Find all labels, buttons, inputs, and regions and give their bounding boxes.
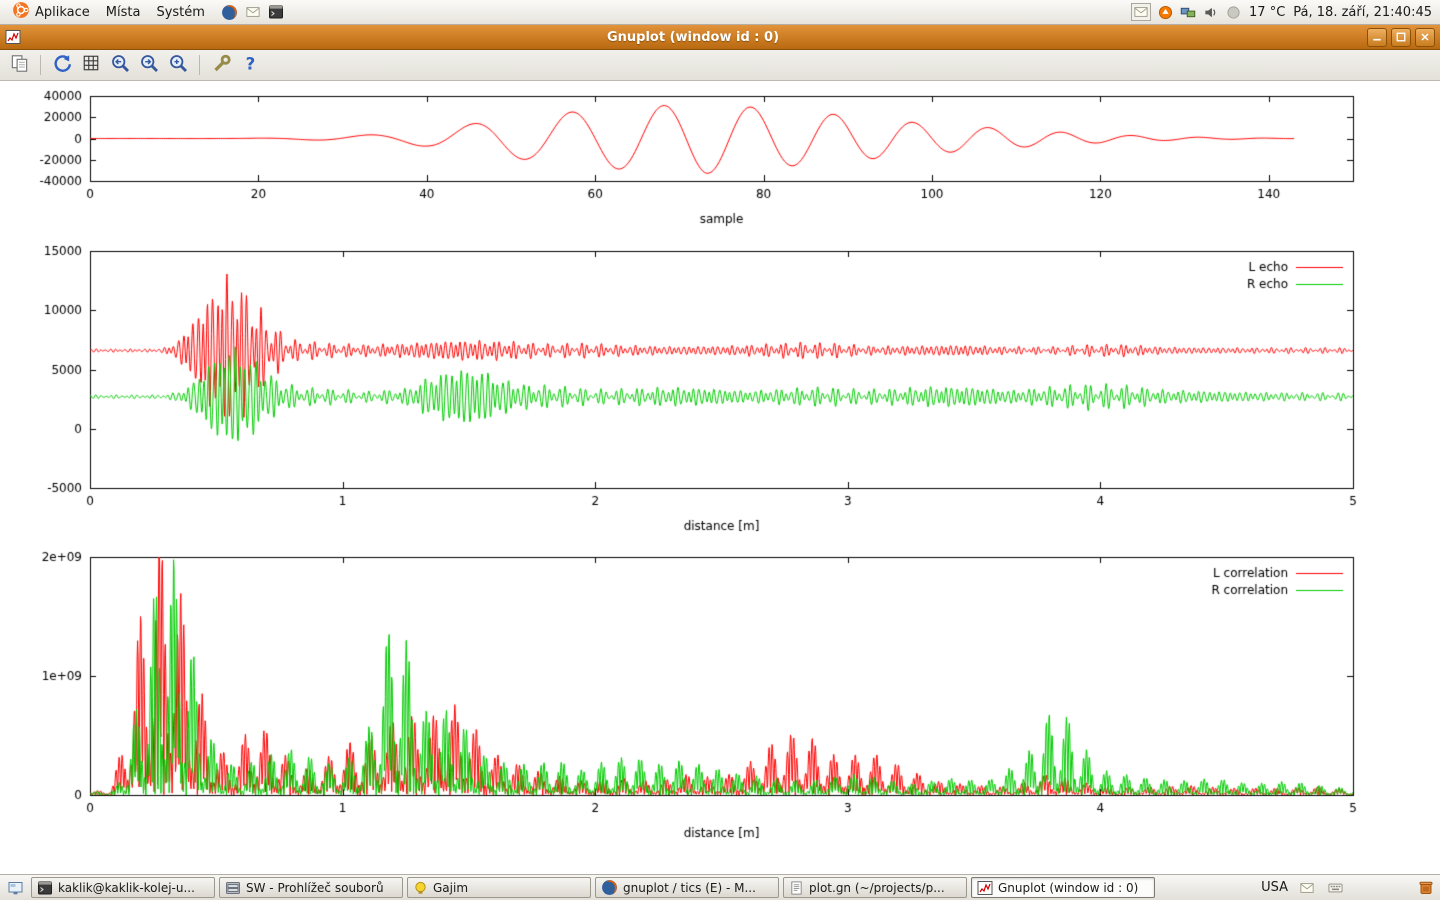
taskbar: kaklik@kaklik-kolej-u... SW - Prohlížeč s… (0, 874, 1440, 900)
firefox-launcher[interactable] (221, 4, 238, 21)
grid-icon (82, 54, 100, 76)
taskbar-button[interactable]: SW - Prohlížeč souborů (219, 877, 403, 898)
mail-tray-icon[interactable] (1299, 881, 1315, 895)
file-manager-icon (225, 880, 241, 896)
volume-icon[interactable] (1203, 5, 1219, 20)
close-button[interactable] (1415, 28, 1435, 47)
network-icon[interactable] (1180, 5, 1196, 20)
taskbar-button-label: Gnuplot (window id : 0) (998, 881, 1138, 895)
terminal-icon (37, 880, 53, 896)
close-icon (1419, 31, 1431, 43)
svg-text:?: ? (245, 54, 255, 73)
maximize-button[interactable] (1391, 28, 1411, 47)
copy-button[interactable] (6, 52, 32, 78)
clock[interactable]: Pá, 18. září, 21:40:45 (1293, 5, 1432, 20)
zoom-next-icon (140, 54, 159, 77)
weather-icon[interactable] (1226, 5, 1241, 20)
grid-button[interactable] (78, 52, 104, 78)
help-button[interactable]: ? (237, 52, 263, 78)
toolbar: ? (0, 50, 1440, 81)
window-list: kaklik@kaklik-kolej-u... SW - Prohlížeč s… (31, 877, 1155, 898)
replot-icon (53, 54, 72, 77)
taskbar-button-label: plot.gn (~/projects/p... (809, 881, 945, 895)
zoom-previous-icon (111, 54, 130, 77)
trash-icon[interactable] (1418, 879, 1434, 896)
taskbar-button-label: Gajim (433, 881, 468, 895)
panel-menus: Aplikace Místa Systém (4, 0, 213, 24)
taskbar-button[interactable]: Gajim (407, 877, 591, 898)
toolbar-separator (40, 55, 41, 75)
config-icon (212, 54, 231, 77)
zoom-next-button[interactable] (136, 52, 162, 78)
gajim-icon (413, 880, 428, 896)
system-menu-label: Systém (156, 5, 204, 20)
zoom-reset-button[interactable] (165, 52, 191, 78)
panel-tray: 17 °C Pá, 18. září, 21:40:45 (1131, 3, 1436, 21)
plot-area (0, 81, 1440, 874)
top-panel: Aplikace Místa Systém 17 °C Pá, 18. září, … (0, 0, 1440, 25)
firefox-icon (601, 879, 618, 896)
keyboard-tray-icon[interactable] (1326, 881, 1345, 895)
config-button[interactable] (208, 52, 234, 78)
maximize-icon (1395, 31, 1407, 43)
titlebar[interactable]: Gnuplot (window id : 0) (0, 25, 1440, 50)
gnuplot-window-icon (5, 29, 23, 45)
replot-button[interactable] (49, 52, 75, 78)
update-notifier-icon[interactable] (1158, 5, 1173, 20)
taskbar-button-label: SW - Prohlížeč souborů (246, 881, 384, 895)
gnuplot-window: Gnuplot (window id : 0) ? (0, 25, 1440, 874)
zoom-reset-icon (169, 54, 188, 77)
terminal-icon (268, 4, 284, 20)
taskbar-tray: USA (1261, 879, 1436, 896)
window-title: Gnuplot (window id : 0) (23, 30, 1363, 45)
terminal-launcher[interactable] (268, 4, 284, 20)
system-menu[interactable]: Systém (148, 4, 212, 21)
copy-icon (10, 54, 29, 77)
mail-launcher[interactable] (245, 5, 261, 19)
places-menu-label: Místa (106, 5, 141, 20)
taskbar-button-label: gnuplot / tics (E) - M... (623, 881, 756, 895)
zoom-previous-button[interactable] (107, 52, 133, 78)
mail-icon (245, 5, 261, 19)
taskbar-button[interactable]: gnuplot / tics (E) - M... (595, 877, 779, 898)
desktop: Aplikace Místa Systém 17 °C Pá, 18. září, … (0, 0, 1440, 900)
notification-area (1131, 3, 1241, 21)
taskbar-button-label: kaklik@kaklik-kolej-u... (58, 881, 195, 895)
ubuntu-logo-icon (12, 1, 30, 23)
taskbar-button[interactable]: kaklik@kaklik-kolej-u... (31, 877, 215, 898)
panel-launchers (221, 4, 284, 21)
firefox-icon (221, 4, 238, 21)
minimize-button[interactable] (1367, 28, 1387, 47)
text-editor-icon (789, 880, 804, 896)
mail-notification-icon[interactable] (1131, 3, 1151, 21)
gnuplot-canvas[interactable] (0, 81, 1440, 874)
taskbar-button[interactable]: Gnuplot (window id : 0) (971, 877, 1155, 898)
applications-menu[interactable]: Aplikace (4, 0, 98, 24)
help-icon: ? (241, 54, 260, 77)
temperature-label: 17 °C (1249, 5, 1285, 20)
minimize-icon (1371, 31, 1383, 43)
gnuplot-icon (977, 880, 993, 896)
taskbar-button[interactable]: plot.gn (~/projects/p... (783, 877, 967, 898)
places-menu[interactable]: Místa (98, 4, 149, 21)
applications-menu-label: Aplikace (35, 5, 90, 20)
window-controls (1363, 28, 1435, 47)
toolbar-separator (199, 55, 200, 75)
keyboard-layout-indicator[interactable]: USA (1261, 880, 1288, 895)
show-desktop-button[interactable] (4, 879, 27, 897)
